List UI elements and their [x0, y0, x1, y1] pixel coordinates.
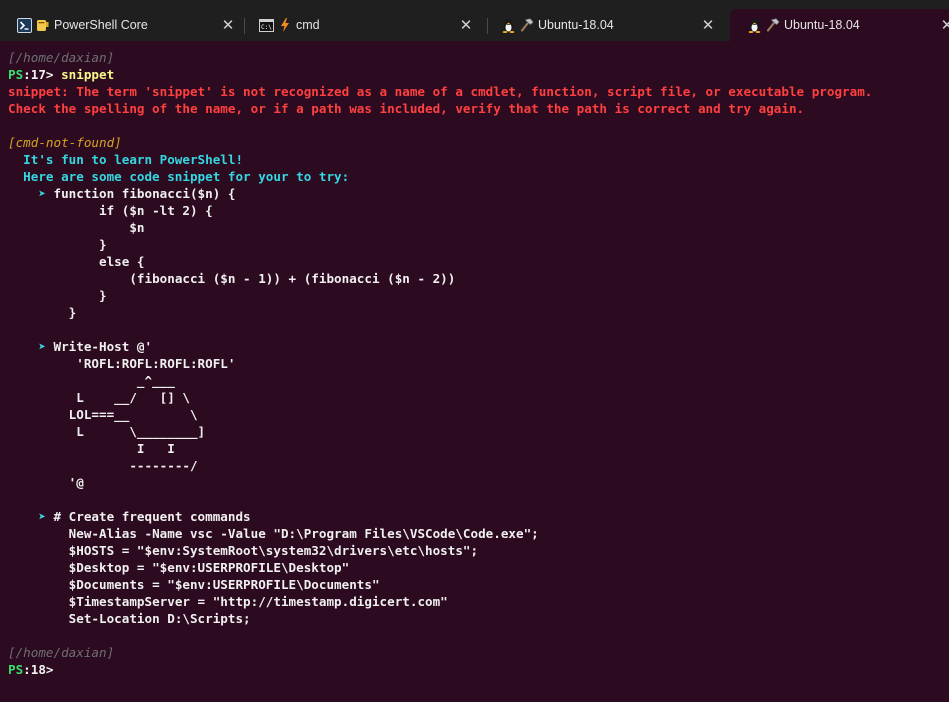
hammer-icon [765, 17, 781, 33]
tab-label: PowerShell Core [54, 18, 148, 32]
code-line: } [53, 288, 107, 303]
code-line: $TimestampServer = "http://timestamp.dig… [53, 594, 448, 609]
code-line: $n [53, 220, 145, 235]
tab-label: Ubuntu-18.04 [784, 18, 860, 32]
cmd-icon: C:\ [258, 17, 274, 33]
code-line: else { [53, 254, 145, 269]
powershell-icon [35, 17, 51, 33]
code-line: L __/ [] \ [53, 390, 190, 405]
terminal-output[interactable]: [/home/daxian] PS:17> snippet snippet: T… [8, 49, 949, 702]
close-icon[interactable]: ✕ [220, 17, 236, 33]
svg-text:C:\: C:\ [261, 24, 272, 31]
code-line: } [53, 305, 77, 320]
code-line: Set-Location D:\Scripts; [53, 611, 251, 626]
close-icon[interactable]: ✕ [458, 17, 474, 33]
linux-icon [500, 17, 516, 33]
tab-cmd[interactable]: C:\ cmd ✕ [242, 9, 484, 41]
code-line: $HOSTS = "$env:SystemRoot\system32\drive… [53, 543, 479, 558]
code-line: --------/ [53, 458, 198, 473]
prompt-ps: PS [8, 662, 24, 677]
close-icon[interactable]: ✕ [700, 17, 716, 33]
error-message: Check the spelling of the name, or if a … [8, 101, 805, 116]
code-line: L \________] [53, 424, 206, 439]
hammer-icon [519, 17, 535, 33]
tab-ubuntu-1[interactable]: Ubuntu-18.04 ✕ [484, 9, 728, 41]
tip-text: Here are some code snippet for your to t… [8, 169, 350, 184]
tab-bar: PowerShell Core ✕ C:\ cmd ✕ Ubuntu-18.04… [0, 0, 949, 41]
bullet-arrow-icon: ➤ [8, 186, 54, 201]
tip-text: It's fun to learn PowerShell! [8, 152, 244, 167]
working-directory: [/home/daxian] [8, 50, 115, 65]
tab-label: Ubuntu-18.04 [538, 18, 614, 32]
tab-label: cmd [296, 18, 320, 32]
code-line: if ($n -lt 2) { [53, 203, 213, 218]
code-line: _^___ [53, 373, 175, 388]
prompt-ps: PS [8, 67, 24, 82]
bullet-arrow-icon: ➤ [8, 339, 54, 354]
terminal-icon [16, 17, 32, 33]
code-line: New-Alias -Name vsc -Value "D:\Program F… [53, 526, 539, 541]
tab-ubuntu-2[interactable]: Ubuntu-18.04 ✕ [730, 9, 949, 41]
linux-icon [746, 17, 762, 33]
code-line: $Documents = "$env:USERPROFILE\Documents… [53, 577, 380, 592]
code-line: # Create frequent commands [53, 509, 251, 524]
code-line: '@ [53, 475, 84, 490]
error-message: snippet: The term 'snippet' is not recog… [8, 84, 873, 99]
bullet-arrow-icon: ➤ [8, 509, 54, 524]
code-line: } [53, 237, 107, 252]
cmd-not-found-tag: [cmd-not-found] [8, 135, 122, 150]
code-line: LOL===__ \ [53, 407, 198, 422]
code-line: 'ROFL:ROFL:ROFL:ROFL' [53, 356, 236, 371]
code-line: I I [53, 441, 175, 456]
prompt-number: :18> [23, 662, 54, 677]
working-directory: [/home/daxian] [8, 645, 115, 660]
code-line: function fibonacci($n) { [53, 186, 236, 201]
code-line: (fibonacci ($n - 1)) + (fibonacci ($n - … [53, 271, 456, 286]
close-icon[interactable]: ✕ [939, 17, 949, 33]
entered-command: snippet [61, 67, 115, 82]
tab-powershell-core[interactable]: PowerShell Core ✕ [0, 9, 242, 41]
code-line: $Desktop = "$env:USERPROFILE\Desktop" [53, 560, 350, 575]
lightning-icon [277, 17, 293, 33]
prompt-number: :17> [23, 67, 62, 82]
code-line: Write-Host @' [53, 339, 153, 354]
